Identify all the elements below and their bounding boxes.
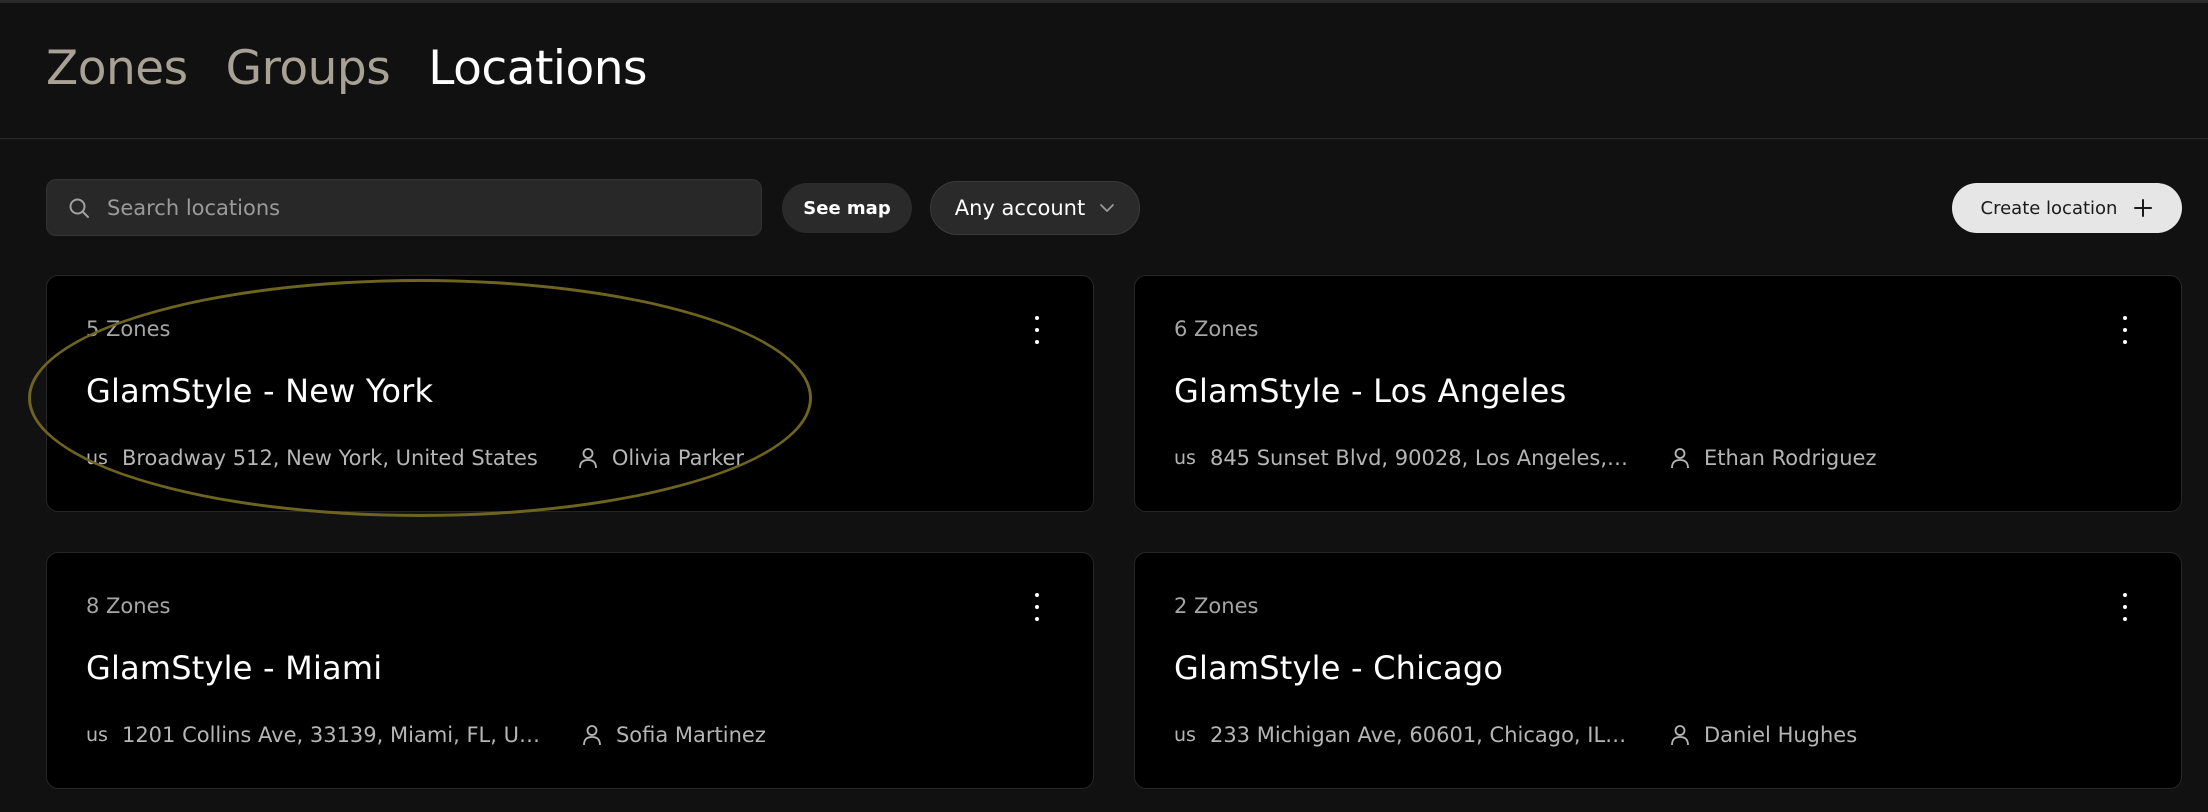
section-tabs: Zones Groups Locations: [46, 41, 648, 96]
location-address: Broadway 512, New York, United States: [121, 446, 538, 470]
zone-count: 2 Zones: [1174, 594, 1259, 618]
location-card-los-angeles[interactable]: 6 Zones GlamStyle - Los Angeles us 845 S…: [1134, 275, 2182, 512]
location-address: 1201 Collins Ave, 33139, Miami, FL, USA: [121, 723, 542, 747]
more-options-icon[interactable]: [2115, 316, 2135, 344]
location-address: 845 Sunset Blvd, 90028, Los Angeles, C..…: [1209, 446, 1630, 470]
tab-groups[interactable]: Groups: [226, 41, 391, 96]
zone-count: 5 Zones: [86, 317, 171, 341]
tab-locations[interactable]: Locations: [428, 41, 647, 96]
page-header: Zones Groups Locations: [0, 3, 2208, 139]
location-name: GlamStyle - Los Angeles: [1174, 372, 1567, 410]
location-meta: us 1201 Collins Ave, 33139, Miami, FL, U…: [86, 723, 766, 747]
more-options-icon[interactable]: [1027, 593, 1047, 621]
owner-name: Olivia Parker: [611, 446, 745, 470]
location-name: GlamStyle - Miami: [86, 649, 383, 687]
search-input[interactable]: [105, 194, 729, 221]
see-map-button[interactable]: See map: [782, 183, 912, 233]
create-location-label: Create location: [1980, 197, 2118, 219]
see-map-label: See map: [803, 197, 891, 219]
create-location-button[interactable]: Create location: [1952, 183, 2182, 233]
country-code: us: [86, 447, 108, 469]
zone-count: 8 Zones: [86, 594, 171, 618]
chevron-down-icon: [1100, 204, 1115, 212]
user-icon: [583, 725, 601, 746]
tab-zones[interactable]: Zones: [46, 41, 188, 96]
locations-grid: 5 Zones GlamStyle - New York us Broadway…: [46, 275, 2182, 789]
user-icon: [578, 448, 597, 469]
zone-count: 6 Zones: [1174, 317, 1259, 341]
country-code: us: [86, 724, 108, 746]
location-name: GlamStyle - Chicago: [1174, 649, 1504, 687]
account-filter-label: Any account: [954, 196, 1086, 220]
location-owner: Sofia Martinez: [582, 723, 766, 747]
plus-icon: [2134, 199, 2153, 217]
location-meta: us 233 Michigan Ave, 60601, Chicago, IL,…: [1174, 723, 1857, 747]
user-icon: [1671, 725, 1689, 746]
owner-name: Sofia Martinez: [615, 723, 766, 747]
location-meta: us Broadway 512, New York, United States…: [86, 446, 744, 470]
owner-name: Ethan Rodriguez: [1703, 446, 1877, 470]
location-card-chicago[interactable]: 2 Zones GlamStyle - Chicago us 233 Michi…: [1134, 552, 2182, 789]
location-owner: Olivia Parker: [578, 446, 744, 470]
location-card-miami[interactable]: 8 Zones GlamStyle - Miami us 1201 Collin…: [46, 552, 1094, 789]
location-meta: us 845 Sunset Blvd, 90028, Los Angeles, …: [1174, 446, 1877, 470]
location-name: GlamStyle - New York: [86, 372, 434, 410]
country-code: us: [1174, 447, 1196, 469]
user-icon: [1671, 448, 1689, 469]
search-icon: [69, 198, 89, 218]
more-options-icon[interactable]: [2115, 593, 2135, 621]
location-owner: Ethan Rodriguez: [1670, 446, 1877, 470]
owner-name: Daniel Hughes: [1703, 723, 1858, 747]
location-address: 233 Michigan Ave, 60601, Chicago, IL, U.…: [1209, 723, 1630, 747]
location-owner: Daniel Hughes: [1670, 723, 1857, 747]
search-box[interactable]: [46, 179, 762, 236]
account-filter-dropdown[interactable]: Any account: [930, 181, 1140, 235]
country-code: us: [1174, 724, 1196, 746]
toolbar: See map Any account Create location: [46, 179, 2182, 236]
location-card-new-york[interactable]: 5 Zones GlamStyle - New York us Broadway…: [46, 275, 1094, 512]
more-options-icon[interactable]: [1027, 316, 1047, 344]
